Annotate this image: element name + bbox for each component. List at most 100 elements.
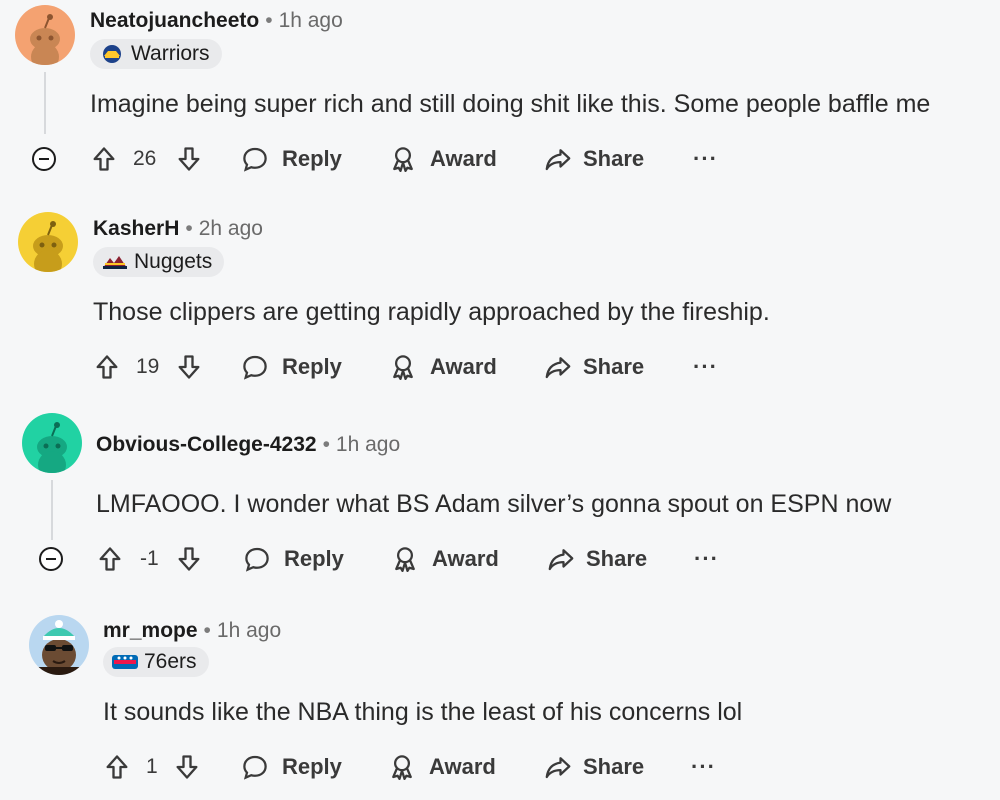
custom-snoo-avatar-icon [29, 615, 89, 675]
award-label: Award [429, 754, 496, 779]
award-button[interactable]: Award [390, 539, 499, 579]
vote-score: -1 [140, 547, 159, 570]
upvote-button[interactable] [93, 347, 121, 387]
share-arrow-icon [548, 549, 574, 571]
downvote-arrow-icon [178, 355, 200, 379]
avatar[interactable] [18, 212, 78, 272]
share-arrow-icon [545, 149, 571, 171]
username[interactable]: Obvious-College-4232 [96, 433, 317, 456]
downvote-arrow-icon [178, 147, 200, 171]
reply-label: Reply [284, 546, 344, 571]
flair-label: Warriors [131, 42, 210, 65]
reply-button[interactable]: Reply [240, 747, 342, 787]
comment-meta: KasherH • 2h ago [93, 217, 263, 241]
vote-score: 19 [136, 355, 160, 378]
separator-dot: • [322, 433, 330, 456]
share-button[interactable]: Share [543, 747, 644, 787]
award-ribbon-icon [395, 547, 415, 572]
more-options-button[interactable]: ··· [694, 539, 719, 579]
timestamp[interactable]: 1h ago [336, 433, 400, 456]
comment-text: Imagine being super rich and still doing… [90, 90, 931, 118]
upvote-arrow-icon [99, 547, 121, 571]
thread-line[interactable] [51, 480, 53, 540]
reply-label: Reply [282, 146, 342, 171]
username[interactable]: KasherH [93, 217, 179, 240]
reply-button[interactable]: Reply [242, 539, 344, 579]
downvote-button[interactable] [175, 539, 203, 579]
user-flair: 76ers [103, 647, 209, 677]
downvote-button[interactable] [173, 747, 201, 787]
user-flair: Nuggets [93, 247, 225, 277]
avatar[interactable] [22, 413, 82, 473]
warriors-logo-icon [98, 44, 126, 64]
downvote-arrow-icon [176, 755, 198, 779]
share-button[interactable]: Share [543, 347, 644, 387]
vote-score: 1 [146, 755, 158, 778]
downvote-button[interactable] [175, 347, 203, 387]
comment-actions: 19 Reply Award Share ··· [93, 347, 733, 387]
downvote-arrow-icon [178, 547, 200, 571]
snoo-avatar-icon [18, 212, 78, 272]
more-options-button[interactable]: ··· [693, 347, 718, 387]
speech-bubble-icon [243, 755, 267, 780]
avatar[interactable] [15, 5, 75, 65]
snoo-avatar-icon [15, 5, 75, 65]
nuggets-logo-icon [101, 252, 129, 272]
collapse-minus-icon[interactable] [39, 547, 63, 571]
76ers-logo-icon [111, 652, 139, 672]
speech-bubble-icon [243, 355, 267, 380]
award-label: Award [432, 546, 499, 571]
vote-score: 26 [133, 147, 157, 170]
share-label: Share [583, 146, 645, 171]
comment-actions: 1 Reply Award Share ··· [103, 747, 743, 787]
reply-button[interactable]: Reply [240, 347, 342, 387]
comment-text: Those clippers are getting rapidly appro… [93, 298, 770, 326]
upvote-button[interactable] [90, 139, 118, 179]
share-arrow-icon [545, 757, 571, 779]
upvote-arrow-icon [93, 147, 115, 171]
thread-line[interactable] [44, 72, 46, 134]
comment-text: It sounds like the NBA thing is the leas… [103, 698, 743, 726]
separator-dot: • [203, 619, 211, 642]
share-label: Share [583, 754, 645, 779]
timestamp[interactable]: 1h ago [279, 9, 343, 32]
award-button[interactable]: Award [387, 747, 496, 787]
award-label: Award [430, 354, 497, 379]
downvote-button[interactable] [175, 139, 203, 179]
share-label: Share [586, 546, 648, 571]
comment-meta: mr_mope • 1h ago [103, 619, 281, 643]
share-button[interactable]: Share [543, 139, 644, 179]
share-label: Share [583, 354, 645, 379]
snoo-avatar-icon [22, 413, 82, 473]
award-ribbon-icon [392, 755, 412, 780]
comment-actions: -1 Reply Award Share ··· [96, 539, 736, 579]
reply-button[interactable]: Reply [240, 139, 342, 179]
user-flair: Warriors [90, 39, 222, 69]
upvote-button[interactable] [96, 539, 124, 579]
share-button[interactable]: Share [546, 539, 647, 579]
comment-text: LMFAOOO. I wonder what BS Adam silver’s … [96, 490, 892, 518]
comment-meta: Neatojuancheeto • 1h ago [90, 9, 343, 33]
username[interactable]: Neatojuancheeto [90, 9, 259, 32]
speech-bubble-icon [243, 147, 267, 172]
award-label: Award [430, 146, 497, 171]
reply-label: Reply [282, 354, 342, 379]
upvote-arrow-icon [106, 755, 128, 779]
award-button[interactable]: Award [388, 139, 497, 179]
comment-actions: 26 Reply Award Share ··· [90, 139, 730, 179]
separator-dot: • [265, 9, 273, 32]
more-options-button[interactable]: ··· [691, 747, 716, 787]
flair-label: 76ers [144, 650, 197, 673]
award-button[interactable]: Award [388, 347, 497, 387]
award-ribbon-icon [393, 355, 413, 380]
award-ribbon-icon [393, 147, 413, 172]
collapse-minus-icon[interactable] [32, 147, 56, 171]
timestamp[interactable]: 1h ago [217, 619, 281, 642]
more-options-button[interactable]: ··· [693, 139, 718, 179]
separator-dot: • [185, 217, 193, 240]
upvote-button[interactable] [103, 747, 131, 787]
timestamp[interactable]: 2h ago [199, 217, 263, 240]
avatar[interactable] [29, 615, 89, 675]
upvote-arrow-icon [96, 355, 118, 379]
username[interactable]: mr_mope [103, 619, 198, 642]
